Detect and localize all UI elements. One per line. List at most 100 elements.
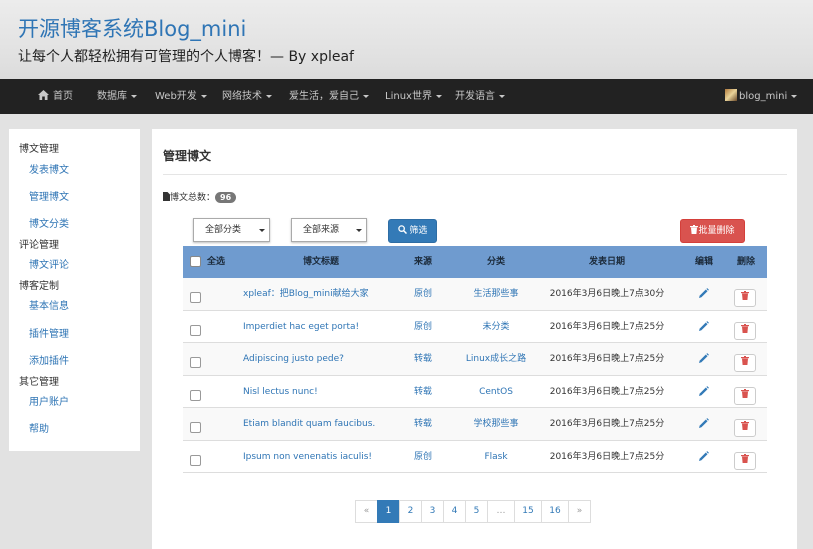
filter-button-label: 筛选: [409, 226, 428, 236]
caret-down-icon: [791, 94, 798, 98]
page-link-4[interactable]: 4: [443, 500, 466, 523]
post-title-link[interactable]: Nisl lectus nunc!: [243, 376, 318, 408]
nav-item-life[interactable]: 爱生活，爱自己: [289, 79, 369, 114]
nav-item-network[interactable]: 网络技术: [222, 79, 272, 114]
sidebar-item-post-comments[interactable]: 博文评论: [29, 256, 69, 271]
nav-user-menu[interactable]: blog_mini: [725, 79, 798, 114]
avatar: [725, 89, 737, 101]
delete-button[interactable]: [734, 321, 756, 340]
row-checkbox[interactable]: [190, 422, 201, 433]
post-title-link[interactable]: Adipiscing justo pede?: [243, 343, 344, 375]
row-checkbox[interactable]: [190, 324, 201, 336]
edit-pencil-icon[interactable]: [698, 450, 709, 462]
nav-label: 开发语言: [455, 91, 495, 102]
post-title-link[interactable]: xpleaf：把Blog_mini献给大家: [243, 278, 369, 310]
page-link-5[interactable]: 5: [465, 500, 488, 523]
main-panel: 管理博文 博文总数： 96 全部分类 全部来源 筛选 批量删除 全选 博文标题 来…: [152, 129, 797, 549]
header-source: 来源: [413, 257, 432, 267]
site-title[interactable]: 开源博客系统Blog_mini: [18, 13, 246, 43]
trash-icon: [741, 291, 749, 300]
page-link-16[interactable]: 16: [541, 500, 569, 523]
pagination-next[interactable]: »: [568, 500, 591, 523]
sidebar-item-help[interactable]: 帮助: [29, 420, 49, 435]
post-source[interactable]: 转载: [405, 376, 441, 408]
edit-pencil-icon[interactable]: [698, 320, 709, 332]
post-source[interactable]: 转载: [405, 343, 441, 375]
sidebar-item-plugin-admin[interactable]: 插件管理: [29, 325, 69, 340]
delete-button[interactable]: [734, 386, 756, 405]
edit-pencil-icon[interactable]: [698, 288, 709, 299]
table-header-row: 全选 博文标题 来源 分类 发表日期 编辑 删除: [183, 246, 767, 278]
post-date: 2016年3月6日晚上7点25分: [549, 354, 665, 364]
delete-button[interactable]: [734, 419, 756, 437]
sidebar-item-manage-posts[interactable]: 管理博文: [29, 188, 69, 203]
edit-pencil-icon[interactable]: [698, 385, 709, 397]
header-title: 博文标题: [302, 257, 339, 267]
nav-item-languages[interactable]: 开发语言: [455, 79, 505, 114]
row-checkbox[interactable]: [190, 389, 201, 401]
table-row: Imperdiet hac eget porta! 原创 未分类 2016年3月…: [183, 311, 767, 343]
sidebar-item-user-account[interactable]: 用户账户: [29, 393, 69, 408]
row-checkbox[interactable]: [190, 292, 201, 303]
nav-item-linux[interactable]: Linux世界: [385, 79, 442, 114]
header-edit: 编辑: [694, 257, 713, 267]
edit-pencil-icon[interactable]: [698, 418, 709, 429]
post-date: 2016年3月6日晚上7点25分: [549, 386, 665, 397]
post-title-link[interactable]: Imperdiet hac eget porta!: [243, 311, 359, 343]
post-category[interactable]: Linux成长之路: [446, 343, 546, 375]
filter-button[interactable]: 筛选: [388, 219, 437, 243]
trash-icon: [741, 323, 749, 333]
posts-table: 全选 博文标题 来源 分类 发表日期 编辑 删除 xpleaf：把Blog_mi…: [183, 246, 767, 473]
header-category: 分类: [486, 257, 505, 267]
caret-down-icon: [200, 94, 207, 98]
header-date: 发表日期: [588, 257, 625, 267]
post-source[interactable]: 原创: [405, 441, 441, 473]
page-link-3[interactable]: 3: [421, 500, 444, 523]
delete-button[interactable]: [734, 354, 756, 372]
file-icon: [163, 192, 170, 201]
post-category[interactable]: CentOS: [446, 376, 546, 408]
sidebar-item-add-plugin[interactable]: 添加插件: [29, 352, 69, 367]
nav-item-web[interactable]: Web开发: [155, 79, 207, 114]
sidebar-item-publish-post[interactable]: 发表博文: [29, 161, 69, 176]
delete-button[interactable]: [734, 451, 756, 470]
page-title: 管理博文: [163, 149, 212, 163]
pagination-prev[interactable]: «: [355, 500, 378, 523]
post-category[interactable]: 学校那些事: [446, 408, 546, 440]
row-checkbox[interactable]: [190, 454, 201, 466]
nav-item-database[interactable]: 数据库: [97, 79, 137, 114]
nav-home[interactable]: 首页: [38, 79, 73, 114]
select-all-checkbox[interactable]: [190, 256, 201, 267]
sidebar-item-post-categories[interactable]: 博文分类: [29, 215, 69, 230]
post-date: 2016年3月6日晚上7点25分: [549, 321, 665, 332]
nav-label: 数据库: [97, 91, 127, 102]
row-checkbox[interactable]: [190, 357, 201, 368]
post-title-link[interactable]: Ipsum non venenatis iaculis!: [243, 441, 372, 473]
post-source[interactable]: 原创: [405, 278, 441, 310]
nav-label: 爱生活，爱自己: [289, 91, 359, 102]
source-select[interactable]: 全部来源: [291, 218, 367, 242]
post-category[interactable]: Flask: [446, 441, 546, 473]
edit-pencil-icon[interactable]: [698, 353, 709, 364]
category-select[interactable]: 全部分类: [193, 218, 270, 242]
post-category[interactable]: 生活那些事: [446, 278, 546, 310]
page-link-15[interactable]: 15: [514, 500, 542, 523]
admin-sidebar: 博文管理 发表博文 管理博文 博文分类 评论管理 博文评论 博客定制 基本信息 …: [9, 129, 140, 451]
post-category[interactable]: 未分类: [446, 311, 546, 343]
post-source[interactable]: 原创: [405, 311, 441, 343]
table-row: Adipiscing justo pede? 转载 Linux成长之路 2016…: [183, 343, 767, 376]
header-select-all: 全选: [206, 257, 225, 267]
count-badge: 96: [215, 192, 237, 203]
pagination: « 1 2 3 4 5 … 15 16 »: [355, 500, 591, 523]
page-link-2[interactable]: 2: [399, 500, 422, 523]
sidebar-item-basic-info[interactable]: 基本信息: [29, 297, 69, 312]
bulk-delete-button[interactable]: 批量删除: [680, 219, 745, 243]
site-header: 开源博客系统Blog_mini 让每个人都轻松拥有可管理的个人博客！— By x…: [0, 0, 813, 79]
search-icon: [397, 225, 407, 235]
post-source[interactable]: 转载: [405, 408, 441, 440]
delete-button[interactable]: [734, 289, 756, 307]
page-ellipsis: …: [487, 500, 515, 523]
page-link-1[interactable]: 1: [377, 500, 400, 523]
trash-icon: [741, 421, 749, 430]
post-title-link[interactable]: Etiam blandit quam faucibus.: [243, 408, 375, 440]
